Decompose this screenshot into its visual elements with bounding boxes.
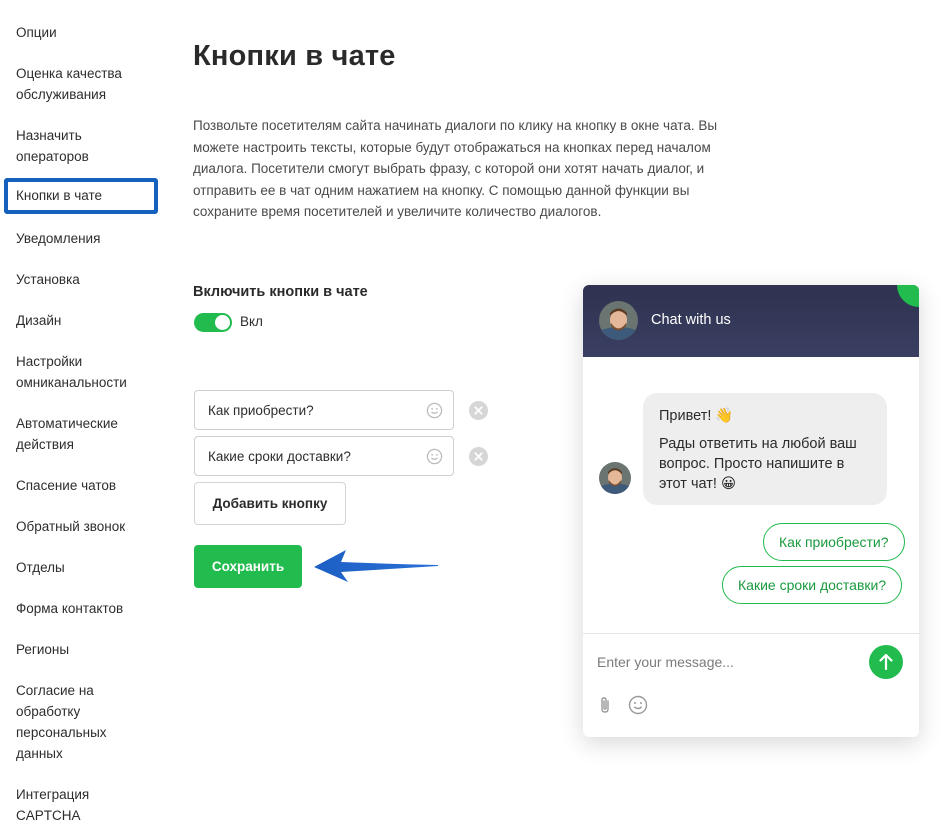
quick-reply-2[interactable]: Какие сроки доставки?: [722, 566, 903, 604]
sidebar-item-assign-operators[interactable]: Назначить операторов: [16, 125, 146, 167]
page-title: Кнопки в чате: [193, 40, 396, 72]
chat-button-field-1: [194, 390, 454, 430]
sidebar-item-automatic-actions[interactable]: Автоматические действия: [16, 413, 146, 455]
sidebar-item-personal-data-consent[interactable]: Согласие на обработку персональных данны…: [16, 680, 116, 764]
toggle-knob: [215, 315, 230, 330]
add-button[interactable]: Добавить кнопку: [194, 482, 346, 525]
message-input[interactable]: [597, 647, 847, 677]
toggle-state-label: Вкл: [240, 314, 263, 329]
smile-icon[interactable]: [426, 402, 443, 419]
header-accent: [897, 285, 919, 307]
chat-button-input-1[interactable]: [195, 391, 415, 429]
enable-buttons-toggle[interactable]: [194, 313, 232, 332]
paperclip-icon[interactable]: [597, 695, 613, 715]
sidebar-item-regions[interactable]: Регионы: [16, 639, 146, 660]
sidebar-item-service-rating[interactable]: Оценка качества обслуживания: [16, 63, 146, 105]
sidebar-item-options[interactable]: Опции: [16, 22, 146, 43]
close-icon: [474, 452, 483, 461]
sidebar-item-chat-rescue[interactable]: Спасение чатов: [16, 475, 146, 496]
chat-widget-preview: Chat with us Привет! 👋 Рады ответить на …: [583, 285, 919, 737]
smile-icon[interactable]: [628, 695, 648, 715]
divider: [583, 633, 919, 634]
sidebar-item-design[interactable]: Дизайн: [16, 310, 146, 331]
send-arrow-icon: [879, 653, 893, 671]
remove-button-1[interactable]: [469, 401, 488, 420]
chat-button-input-2[interactable]: [195, 437, 415, 475]
save-button[interactable]: Сохранить: [194, 545, 302, 588]
operator-avatar: [599, 301, 638, 340]
message-text: Рады ответить на любой ваш вопрос. Прост…: [659, 436, 857, 492]
sidebar-item-callback[interactable]: Обратный звонок: [16, 516, 146, 537]
sidebar-item-chat-buttons[interactable]: Кнопки в чате: [4, 178, 158, 214]
operator-avatar-small: [599, 462, 631, 494]
operator-message-bubble: Привет! 👋 Рады ответить на любой ваш воп…: [643, 393, 887, 505]
greeting-text: Привет! 👋: [659, 408, 734, 424]
smile-icon[interactable]: [426, 448, 443, 465]
remove-button-2[interactable]: [469, 447, 488, 466]
sidebar-item-notifications[interactable]: Уведомления: [16, 228, 146, 249]
sidebar-item-captcha[interactable]: Интеграция CAPTCHA: [16, 784, 116, 826]
chat-header: Chat with us: [583, 285, 919, 357]
sidebar-item-omnichannel[interactable]: Настройки омниканальности: [16, 351, 146, 393]
enable-buttons-label: Включить кнопки в чате: [193, 284, 368, 300]
page-description: Позвольте посетителям сайта начинать диа…: [193, 118, 718, 219]
pointer-arrow-icon: [314, 550, 438, 582]
sidebar-item-installation[interactable]: Установка: [16, 269, 146, 290]
chat-title: Chat with us: [651, 312, 731, 328]
sidebar-item-contact-form[interactable]: Форма контактов: [16, 598, 146, 619]
settings-sidebar: Опции Оценка качества обслуживания Назна…: [0, 0, 170, 836]
close-icon: [474, 406, 483, 415]
chat-button-field-2: [194, 436, 454, 476]
quick-reply-1[interactable]: Как приобрести?: [763, 523, 905, 561]
send-button[interactable]: [869, 645, 903, 679]
sidebar-item-departments[interactable]: Отделы: [16, 557, 146, 578]
